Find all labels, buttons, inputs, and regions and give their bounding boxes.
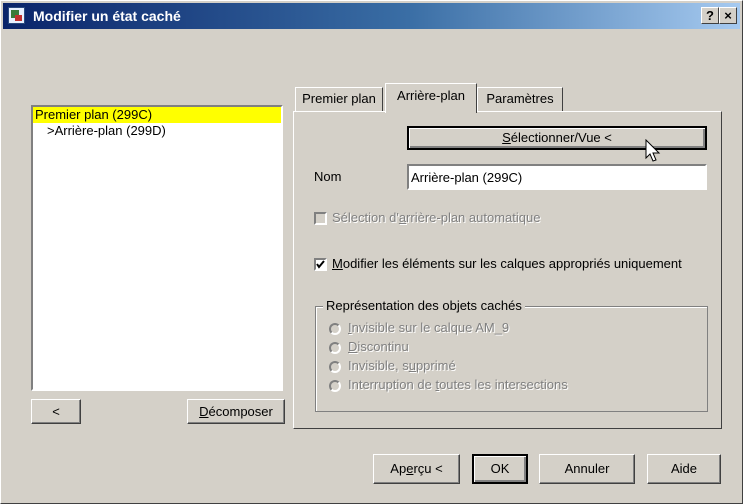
auto-select-checkbox[interactable] <box>314 212 327 225</box>
decompose-label-b: D <box>199 404 209 419</box>
help-button[interactable]: Aide <box>647 454 721 484</box>
window-title: Modifier un état caché <box>33 8 181 24</box>
dialog-window: Modifier un état caché ? × Premier plan … <box>0 0 743 504</box>
radio-interruption-label: Interruption de toutes les intersections <box>348 377 568 392</box>
auto-select-label: Sélection d'arrière-plan automatique <box>332 210 540 225</box>
ok-button[interactable]: OK <box>472 454 528 484</box>
name-label: Nom <box>314 169 342 184</box>
radio-discontinu-label: Discontinu <box>348 339 409 354</box>
modify-only-label: Modifier les éléments sur les calques ap… <box>332 256 682 271</box>
radio-invisible-layer[interactable] <box>329 323 341 335</box>
radio-3-label-c: outes les intersections <box>439 377 568 392</box>
preview-label-a: Ap <box>390 461 407 476</box>
decompose-button[interactable]: Décomposer <box>187 399 285 424</box>
radio-invisible-suppressed[interactable] <box>329 361 341 373</box>
modify-only-checkbox[interactable] <box>314 258 327 271</box>
title-bar[interactable]: Modifier un état caché ? × <box>3 3 740 29</box>
radio-discontinu[interactable] <box>329 342 341 354</box>
modify-only-label-b: odifier les éléments sur les calques app… <box>342 256 682 271</box>
cancel-button[interactable]: Annuler <box>539 454 635 484</box>
radio-2-label-c: pprimé <box>415 358 456 373</box>
close-icon[interactable]: × <box>719 7 737 24</box>
radio-interruption[interactable] <box>329 380 341 392</box>
preview-label-c: rçu < <box>413 461 443 476</box>
cursor-icon <box>645 139 661 162</box>
radio-2-label-b: u <box>408 358 416 373</box>
name-field[interactable]: Arrière-plan (299C) <box>407 164 707 190</box>
radio-2-label-a: Invisible, s <box>348 358 409 373</box>
name-field-value: Arrière-plan (299C) <box>411 170 523 185</box>
radio-3-label-a: Interruption de <box>348 377 436 392</box>
radio-invisible-suppressed-label: Invisible, supprimé <box>348 358 456 373</box>
tree-item-background[interactable]: >Arrière-plan (299D) <box>47 123 166 138</box>
auto-select-label-c: rrière-plan automatique <box>406 210 541 225</box>
back-button[interactable]: < <box>31 399 81 424</box>
decompose-label-c: écomposer <box>208 404 273 419</box>
modify-only-label-a: M <box>332 256 343 271</box>
radio-0-label-b: nvisible sur le calque AM_9 <box>351 320 510 335</box>
select-view-label-a: S <box>502 130 511 145</box>
tree-item-foreground[interactable]: Premier plan (299C) <box>33 107 281 123</box>
tab-parametres[interactable]: Paramètres <box>477 87 563 111</box>
tab-premier-plan[interactable]: Premier plan <box>295 87 383 111</box>
state-tree[interactable]: Premier plan (299C) >Arrière-plan (299D) <box>31 105 283 391</box>
app-icon <box>8 7 25 24</box>
check-icon <box>316 260 325 269</box>
help-title-button[interactable]: ? <box>701 7 719 24</box>
group-title: Représentation des objets cachés <box>323 298 525 313</box>
auto-select-label-b: a <box>398 210 407 225</box>
radio-1-label-b: iscontinu <box>357 339 409 354</box>
radio-invisible-layer-label: Invisible sur le calque AM_9 <box>348 320 509 335</box>
radio-1-label-a: D <box>348 339 358 354</box>
auto-select-label-a: Sélection d' <box>332 210 399 225</box>
preview-button[interactable]: Aperçu < <box>373 454 460 484</box>
tab-arriere-plan[interactable]: Arrière-plan <box>385 83 477 113</box>
select-view-label-b: électionner/Vue < <box>510 130 612 145</box>
